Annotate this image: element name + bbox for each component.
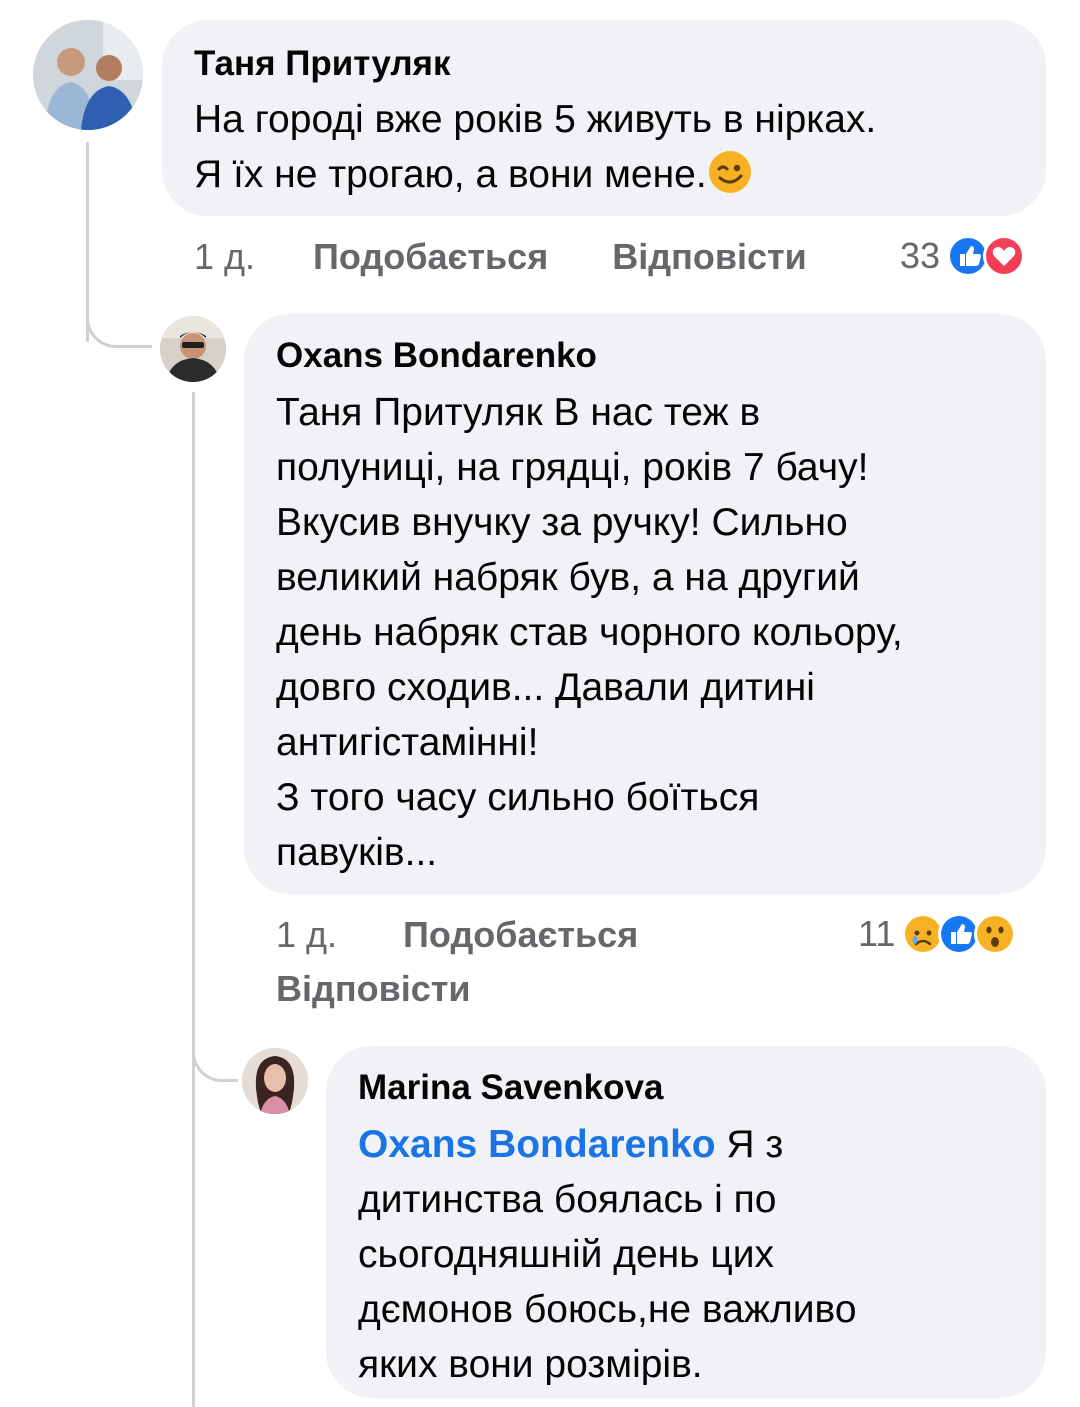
comment-actions: 1 д. Подобається Відповісти [194,236,807,278]
comment-line: Таня Притуляк В нас теж в [276,391,761,434]
like-button[interactable]: Подобається [403,914,638,955]
winking-emoji-icon [708,151,751,193]
like-button[interactable]: Подобається [313,236,548,277]
reaction-count: 33 [900,235,941,276]
comment-line: день набряк став чорного кольору, [276,611,903,654]
profile-photo-icon [242,1048,308,1114]
avatar[interactable] [160,316,226,382]
reply-button[interactable]: Відповісти [276,968,471,1009]
reply-button[interactable]: Відповісти [612,236,807,277]
comment-line: сьогодняшній день цих [358,1233,774,1276]
comment-line: Я їх не трогаю, а вони мене. [194,153,707,196]
comment-line: антигістамінні! [276,721,539,764]
thread-line-sub [192,392,195,1407]
reaction-summary[interactable]: 11 [858,912,1017,956]
comment-author[interactable]: Oxans Bondarenko [276,336,597,376]
avatar[interactable] [33,20,143,130]
comment-text: Таня Притуляк В нас теж в полуниці, на г… [276,385,903,880]
comment-line: яких вони розмірів. [358,1343,703,1386]
profile-photo-icon [160,316,226,382]
comment-line: великий набряк був, а на другий [276,556,860,599]
comment-line: На городі вже років 5 живуть в нірках. [194,98,877,141]
comment-line: З того часу сильно боїться [276,776,760,819]
comment-bubble: Oxans Bondarenko Таня Притуляк В нас теж… [244,314,1046,894]
comment-timestamp[interactable]: 1 д. [276,914,337,955]
comment-actions-row2: Відповісти [276,968,471,1010]
comment-line-with-mention: Oxans Bondarenko Я з [358,1117,857,1172]
profile-photo-icon [33,20,143,130]
reaction-count: 11 [858,913,896,954]
comment-text: Oxans Bondarenko Я з дитинства боялась і… [358,1117,857,1392]
comment-author[interactable]: Marina Savenkova [358,1068,663,1108]
avatar[interactable] [242,1048,308,1114]
comment-line: Я з [715,1123,784,1166]
comment-line: дємонов боюсь,не важливо [358,1288,857,1331]
wow-icon [974,913,1017,955]
comment-line: полуниці, на грядці, років 7 бачу! [276,446,869,489]
comment-line-with-emoji: Я їх не трогаю, а вони мене. [194,147,876,202]
comment-line: дитинства боялась і по [358,1178,777,1221]
comment-line: павуків... [276,831,438,874]
love-icon [983,235,1026,277]
mention-link[interactable]: Oxans Bondarenko [358,1123,716,1166]
comment-timestamp[interactable]: 1 д. [194,236,255,277]
comment-bubble: Таня Притуляк На городі вже років 5 живу… [162,20,1046,216]
thread-line-sub-curve [192,1030,238,1082]
comment-line: довго сходив... Давали дитині [276,666,815,709]
comment-author[interactable]: Таня Притуляк [194,44,451,84]
comment-actions: 1 д. Подобається [276,914,638,956]
reaction-summary[interactable]: 33 [900,234,1026,278]
thread-line-main-curve [86,300,152,348]
comment-text: На городі вже років 5 живуть в нірках. Я… [194,92,876,202]
comment-line: Вкусив внучку за ручку! Сильно [276,501,848,544]
comment-bubble: Marina Savenkova Oxans Bondarenko Я з ди… [326,1046,1046,1398]
